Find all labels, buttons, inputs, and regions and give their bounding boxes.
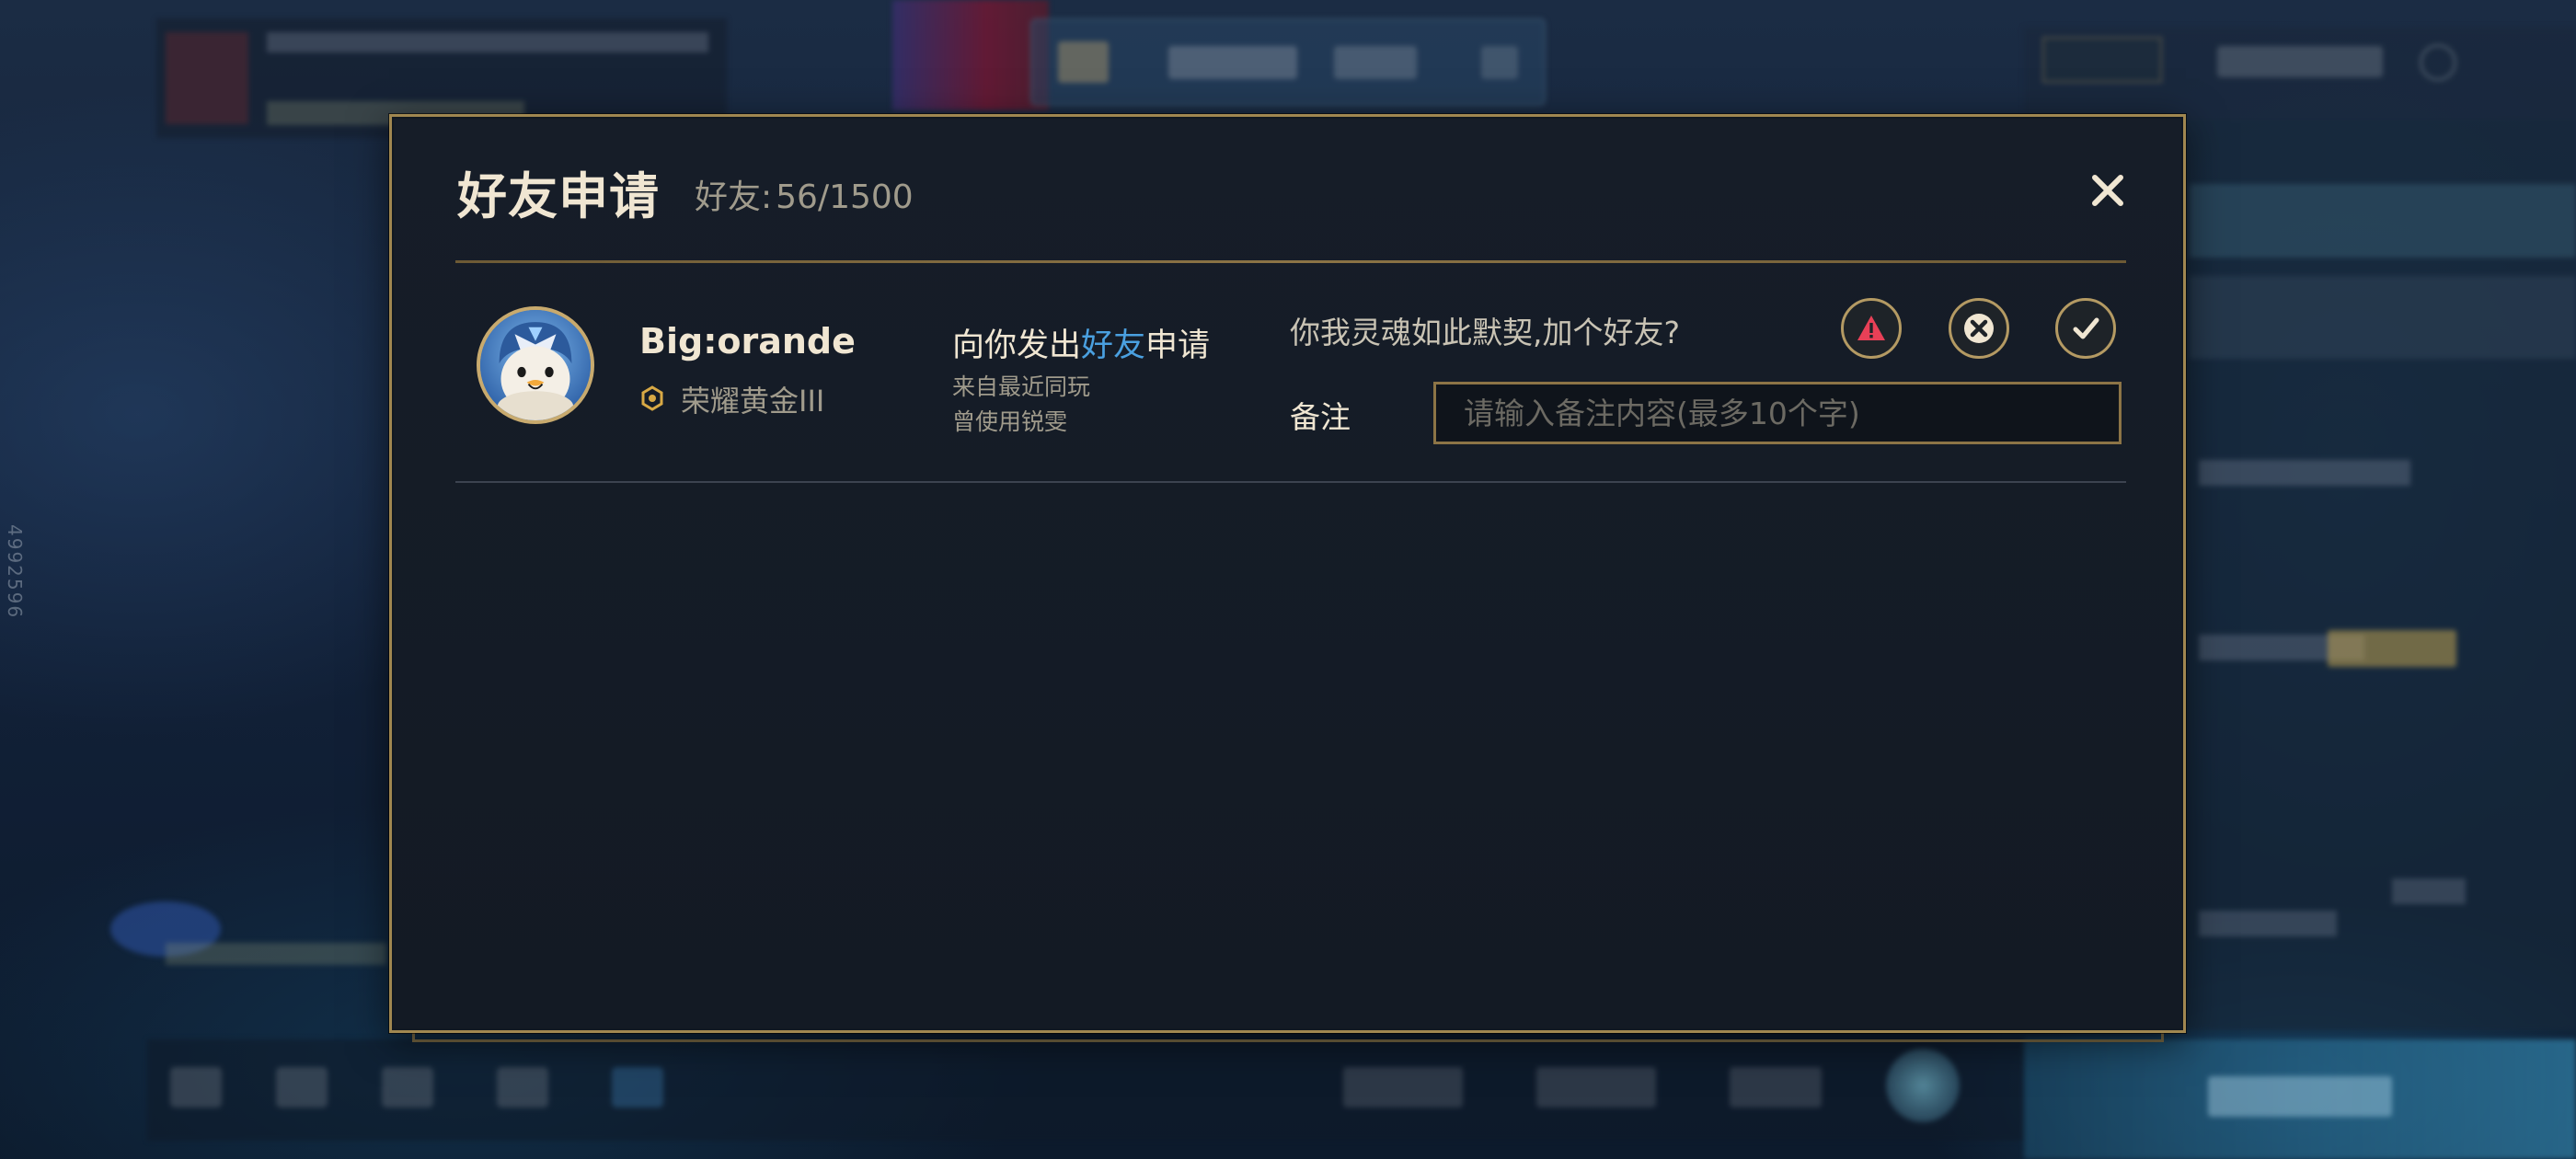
bg-bottom-icon <box>382 1067 433 1107</box>
bg-top-right-button <box>2042 37 2162 83</box>
header-divider <box>455 260 2126 263</box>
request-message-prefix: 向你发出 <box>952 327 1082 364</box>
close-icon <box>2092 175 2123 206</box>
bg-bottom-icon <box>612 1067 663 1107</box>
friend-count: 好友: 56/1500 <box>695 170 914 218</box>
bg-banner <box>892 0 1049 110</box>
request-message-highlight: 好友 <box>1081 327 1146 364</box>
request-message: 向你发出好友申请 <box>952 319 1210 366</box>
warning-icon <box>1857 316 1885 340</box>
modal-bottom-trim <box>412 1033 2164 1042</box>
row-divider <box>455 481 2126 483</box>
friend-count-value: 56/1500 <box>776 178 914 216</box>
request-message-suffix: 申请 <box>1145 327 1211 364</box>
bg-nav-item <box>1168 46 1297 79</box>
bg-social-item <box>2190 276 2576 359</box>
bg-search-icon <box>2420 44 2456 81</box>
champion-used: 曾使用锐雯 <box>952 408 1068 435</box>
bg-social-row <box>2199 911 2337 936</box>
close-button[interactable] <box>2082 165 2133 216</box>
dialog-title: 好友申请 <box>457 167 660 225</box>
remark-input[interactable] <box>1433 382 2122 444</box>
remark-label: 备注 <box>1290 399 1351 435</box>
side-id-text: 4992596 <box>4 524 26 620</box>
bg-play-label <box>2208 1076 2392 1117</box>
bg-home-icon <box>1058 41 1109 83</box>
x-circle-icon <box>1964 314 1994 343</box>
player-name: Big:orande <box>639 321 856 361</box>
check-icon <box>2073 317 2099 339</box>
rank-label: 荣耀黄金III <box>681 384 825 419</box>
accept-button[interactable] <box>2055 298 2116 359</box>
bg-profile-avatar <box>166 32 248 124</box>
friend-request-dialog: 好友申请 好友: 56/1500 Big:orande 荣耀黄金III 向你发出… <box>389 114 2186 1033</box>
bg-nav-item <box>1481 46 1518 79</box>
bg-social-item <box>2190 184 2576 258</box>
avatar[interactable] <box>477 306 594 424</box>
bg-top-right-label <box>2217 46 2383 77</box>
greeting-message: 你我灵魂如此默契,加个好友? <box>1290 315 1681 350</box>
dialog-body: 好友申请 好友: 56/1500 Big:orande 荣耀黄金III 向你发出… <box>394 119 2181 1028</box>
report-button[interactable] <box>1841 298 1902 359</box>
gold-rank-icon <box>641 385 663 411</box>
bg-social-row <box>2392 878 2466 904</box>
bg-bottom-item <box>1536 1067 1656 1107</box>
bg-bottom-item <box>1343 1067 1463 1107</box>
bg-bottom-icon <box>497 1067 548 1107</box>
bg-bottom-icon <box>170 1067 222 1107</box>
friend-count-label: 好友: <box>695 178 773 216</box>
decline-button[interactable] <box>1949 298 2009 359</box>
bg-profile-text <box>267 32 708 52</box>
bg-bottom-icon <box>276 1067 328 1107</box>
request-source: 来自最近同玩 <box>952 373 1091 400</box>
penguin-avatar-icon <box>480 310 591 420</box>
bg-social-row <box>2199 460 2410 486</box>
bg-text <box>166 943 386 965</box>
bg-social-gold-button <box>2328 630 2456 667</box>
bg-bottom-item <box>1730 1067 1822 1107</box>
bg-orb-icon <box>1886 1049 1960 1122</box>
bg-nav-item <box>1334 46 1417 79</box>
